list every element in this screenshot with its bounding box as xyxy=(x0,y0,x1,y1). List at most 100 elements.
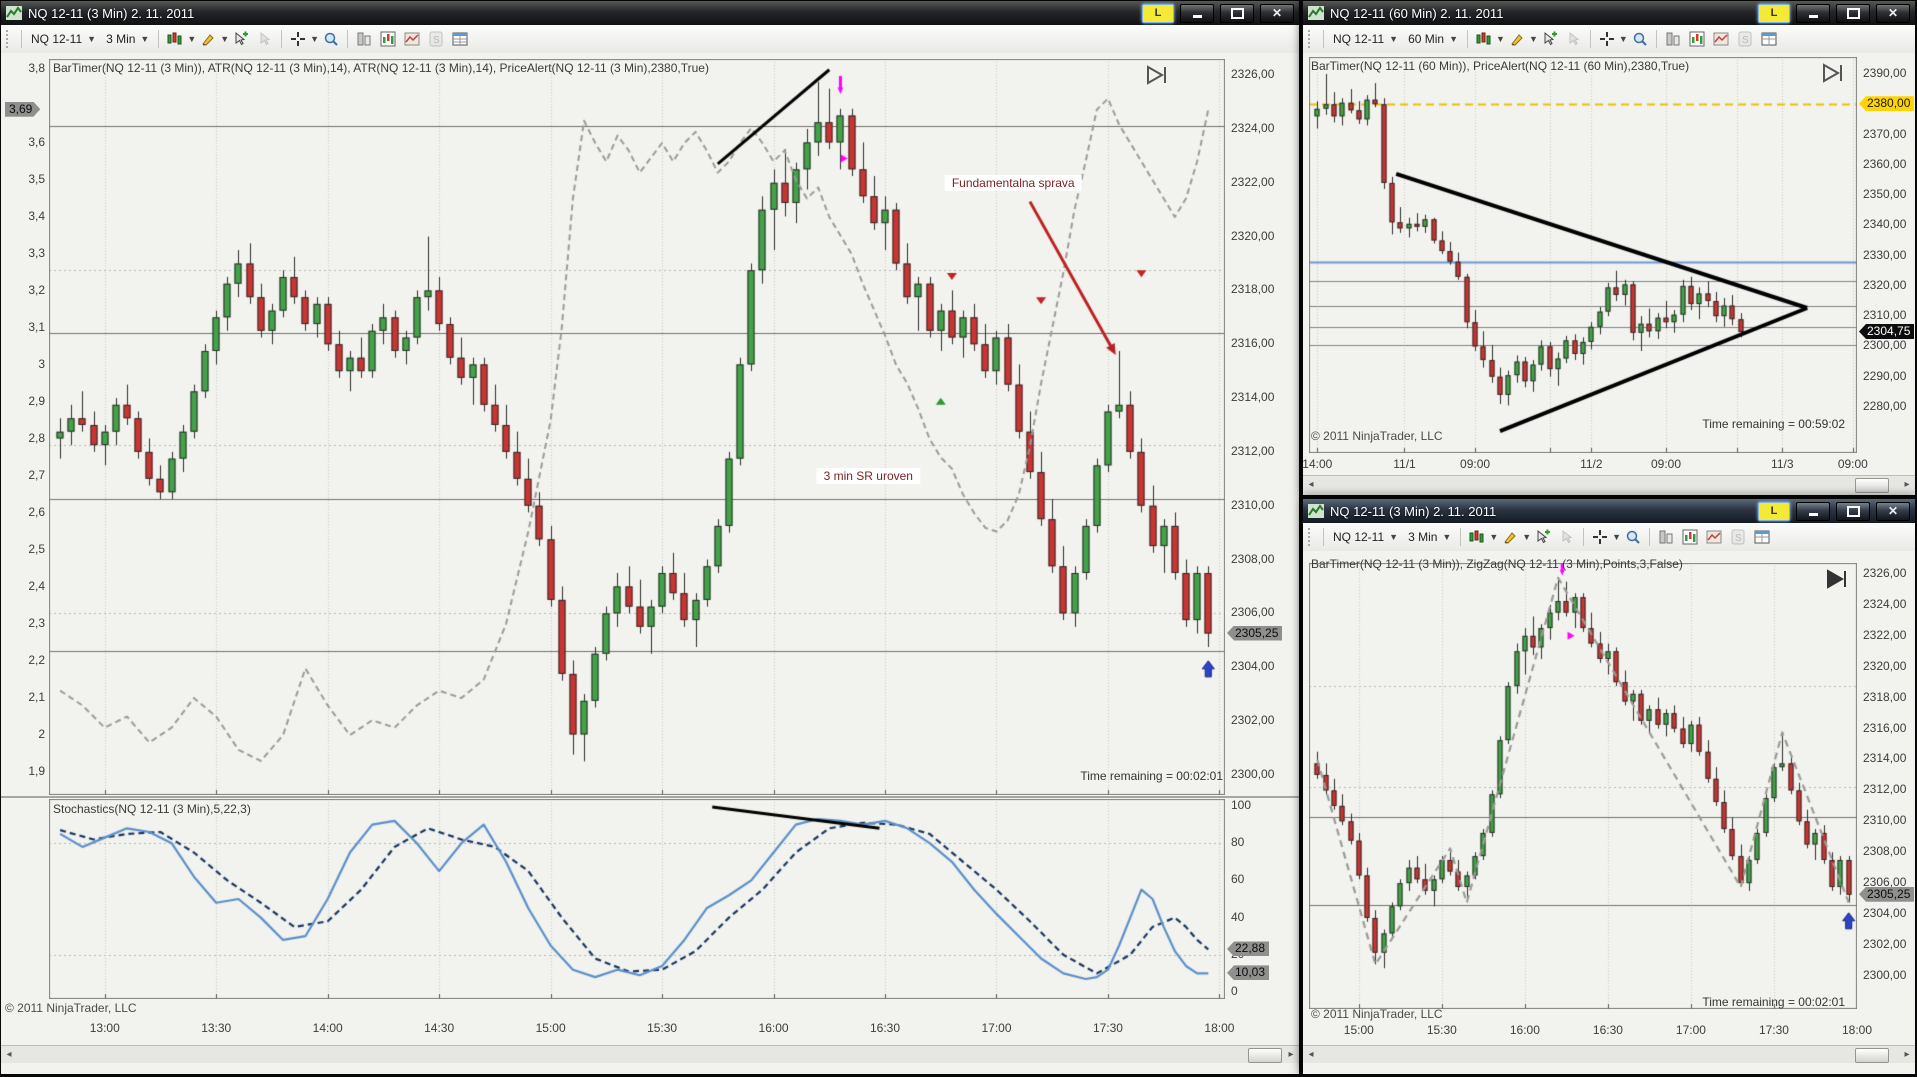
price-chart-canvas[interactable] xyxy=(49,59,1225,795)
dollar-doc-icon: S xyxy=(429,31,443,47)
scroll-right-icon[interactable]: ▸ xyxy=(1900,1047,1914,1062)
maximize-button[interactable] xyxy=(1220,3,1254,23)
link-button[interactable]: L xyxy=(1758,3,1790,23)
price-axis-label: 2300,00 xyxy=(1863,967,1907,982)
chevron-down-icon[interactable]: ▼ xyxy=(1489,532,1498,542)
price-axis-label: 2312,00 xyxy=(1863,782,1907,797)
cursor-plus-icon xyxy=(235,31,249,46)
instrument-label: NQ 12-11 xyxy=(1333,530,1385,544)
pointer-button[interactable] xyxy=(1555,526,1579,548)
scroll-left-icon[interactable]: ◂ xyxy=(2,1047,16,1062)
scroll-left-icon[interactable]: ◂ xyxy=(1304,1047,1318,1062)
scrollbar-thumb[interactable] xyxy=(1248,1048,1282,1063)
region-button[interactable] xyxy=(400,28,424,50)
scrollbar-thumb[interactable] xyxy=(1855,478,1889,493)
chevron-down-icon[interactable]: ▼ xyxy=(220,34,229,44)
chart-style-button[interactable] xyxy=(1472,28,1496,50)
titlebar[interactable]: NQ 12-11 (3 Min) 2. 11. 2011 L ✕ xyxy=(1,1,1299,25)
horizontal-scrollbar[interactable]: ◂ ▸ xyxy=(1,1045,1299,1063)
price-chart-canvas[interactable] xyxy=(1309,563,1857,1009)
go-to-last-bar-button[interactable] xyxy=(1821,63,1847,88)
titlebar[interactable]: NQ 12-11 (3 Min) 2. 11. 2011 L ✕ xyxy=(1303,499,1915,523)
interval-dropdown[interactable]: 3 Min ▼ xyxy=(101,30,154,48)
close-button[interactable]: ✕ xyxy=(1876,501,1910,521)
instrument-dropdown[interactable]: NQ 12-11 ▼ xyxy=(1328,30,1403,48)
minimize-button[interactable] xyxy=(1796,3,1830,23)
instrument-dropdown[interactable]: NQ 12-11 ▼ xyxy=(26,30,101,48)
link-button[interactable]: L xyxy=(1758,501,1790,521)
minimize-button[interactable] xyxy=(1180,3,1214,23)
new-chart-button[interactable] xyxy=(1685,28,1709,50)
horizontal-scrollbar[interactable]: ◂ ▸ xyxy=(1303,475,1915,493)
interval-label: 60 Min xyxy=(1408,32,1445,46)
interval-dropdown[interactable]: 60 Min ▼ xyxy=(1403,30,1463,48)
go-to-last-bar-button[interactable] xyxy=(1825,569,1851,594)
chevron-down-icon[interactable]: ▼ xyxy=(1522,532,1531,542)
toolbar-grip[interactable] xyxy=(1308,528,1315,546)
separator xyxy=(1323,30,1324,48)
panel-button[interactable] xyxy=(1661,28,1685,50)
atr-axis-label: 2,7 xyxy=(28,468,45,483)
panel-button[interactable] xyxy=(352,28,376,50)
pointer-button[interactable] xyxy=(1562,28,1586,50)
panel-splitter[interactable] xyxy=(1,796,1299,798)
chart-style-button[interactable] xyxy=(1465,526,1489,548)
chevron-down-icon[interactable]: ▼ xyxy=(187,34,196,44)
zoom-button[interactable] xyxy=(319,28,343,50)
stochastics-canvas[interactable] xyxy=(49,799,1225,999)
crosshair-button[interactable] xyxy=(1588,526,1612,548)
price-chart-canvas[interactable] xyxy=(1309,57,1857,453)
chevron-down-icon[interactable]: ▼ xyxy=(1529,34,1538,44)
data-grid-button[interactable] xyxy=(1757,28,1781,50)
add-pointer-button[interactable] xyxy=(1538,28,1562,50)
horizontal-scrollbar[interactable]: ◂ ▸ xyxy=(1303,1045,1915,1063)
strategy-button[interactable]: S xyxy=(424,28,448,50)
crosshair-button[interactable] xyxy=(1595,28,1619,50)
drawing-tools-button[interactable] xyxy=(196,28,220,50)
close-button[interactable]: ✕ xyxy=(1260,3,1294,23)
toolbar-grip[interactable] xyxy=(1308,30,1315,48)
play-to-end-icon xyxy=(1823,63,1842,83)
pointer-button[interactable] xyxy=(253,28,277,50)
drawing-tools-button[interactable] xyxy=(1498,526,1522,548)
minimize-button[interactable] xyxy=(1796,501,1830,521)
region-button[interactable] xyxy=(1702,526,1726,548)
strategy-button[interactable]: S xyxy=(1726,526,1750,548)
instrument-dropdown[interactable]: NQ 12-11 ▼ xyxy=(1328,528,1403,546)
titlebar[interactable]: NQ 12-11 (60 Min) 2. 11. 2011 L ✕ xyxy=(1303,1,1915,25)
drawing-tools-button[interactable] xyxy=(1505,28,1529,50)
price-axis-label: 2330,00 xyxy=(1863,247,1907,262)
time-axis-label: 13:00 xyxy=(89,1021,120,1035)
panel-button[interactable] xyxy=(1654,526,1678,548)
chart-style-button[interactable] xyxy=(163,28,187,50)
maximize-button[interactable] xyxy=(1836,501,1870,521)
chevron-down-icon[interactable]: ▼ xyxy=(1619,34,1628,44)
add-pointer-button[interactable] xyxy=(1531,526,1555,548)
chart-region-icon xyxy=(1706,530,1722,544)
region-button[interactable] xyxy=(1709,28,1733,50)
add-pointer-button[interactable] xyxy=(229,28,253,50)
price-axis-label: 2310,00 xyxy=(1231,497,1275,512)
close-button[interactable]: ✕ xyxy=(1876,3,1910,23)
zoom-button[interactable] xyxy=(1621,526,1645,548)
data-grid-button[interactable] xyxy=(448,28,472,50)
toolbar-grip[interactable] xyxy=(6,30,13,48)
strategy-button[interactable]: S xyxy=(1733,28,1757,50)
new-chart-button[interactable] xyxy=(376,28,400,50)
scrollbar-thumb[interactable] xyxy=(1855,1048,1889,1063)
zoom-button[interactable] xyxy=(1628,28,1652,50)
data-grid-button[interactable] xyxy=(1750,526,1774,548)
crosshair-button[interactable] xyxy=(286,28,310,50)
scroll-right-icon[interactable]: ▸ xyxy=(1900,477,1914,492)
scroll-left-icon[interactable]: ◂ xyxy=(1304,477,1318,492)
chevron-down-icon[interactable]: ▼ xyxy=(1612,532,1621,542)
window-title: NQ 12-11 (60 Min) 2. 11. 2011 xyxy=(1330,5,1504,21)
link-button[interactable]: L xyxy=(1142,3,1174,23)
go-to-last-bar-button[interactable] xyxy=(1145,65,1171,90)
scroll-right-icon[interactable]: ▸ xyxy=(1284,1047,1298,1062)
chevron-down-icon[interactable]: ▼ xyxy=(1496,34,1505,44)
new-chart-button[interactable] xyxy=(1678,526,1702,548)
maximize-button[interactable] xyxy=(1836,3,1870,23)
chevron-down-icon[interactable]: ▼ xyxy=(310,34,319,44)
interval-dropdown[interactable]: 3 Min ▼ xyxy=(1403,528,1456,546)
